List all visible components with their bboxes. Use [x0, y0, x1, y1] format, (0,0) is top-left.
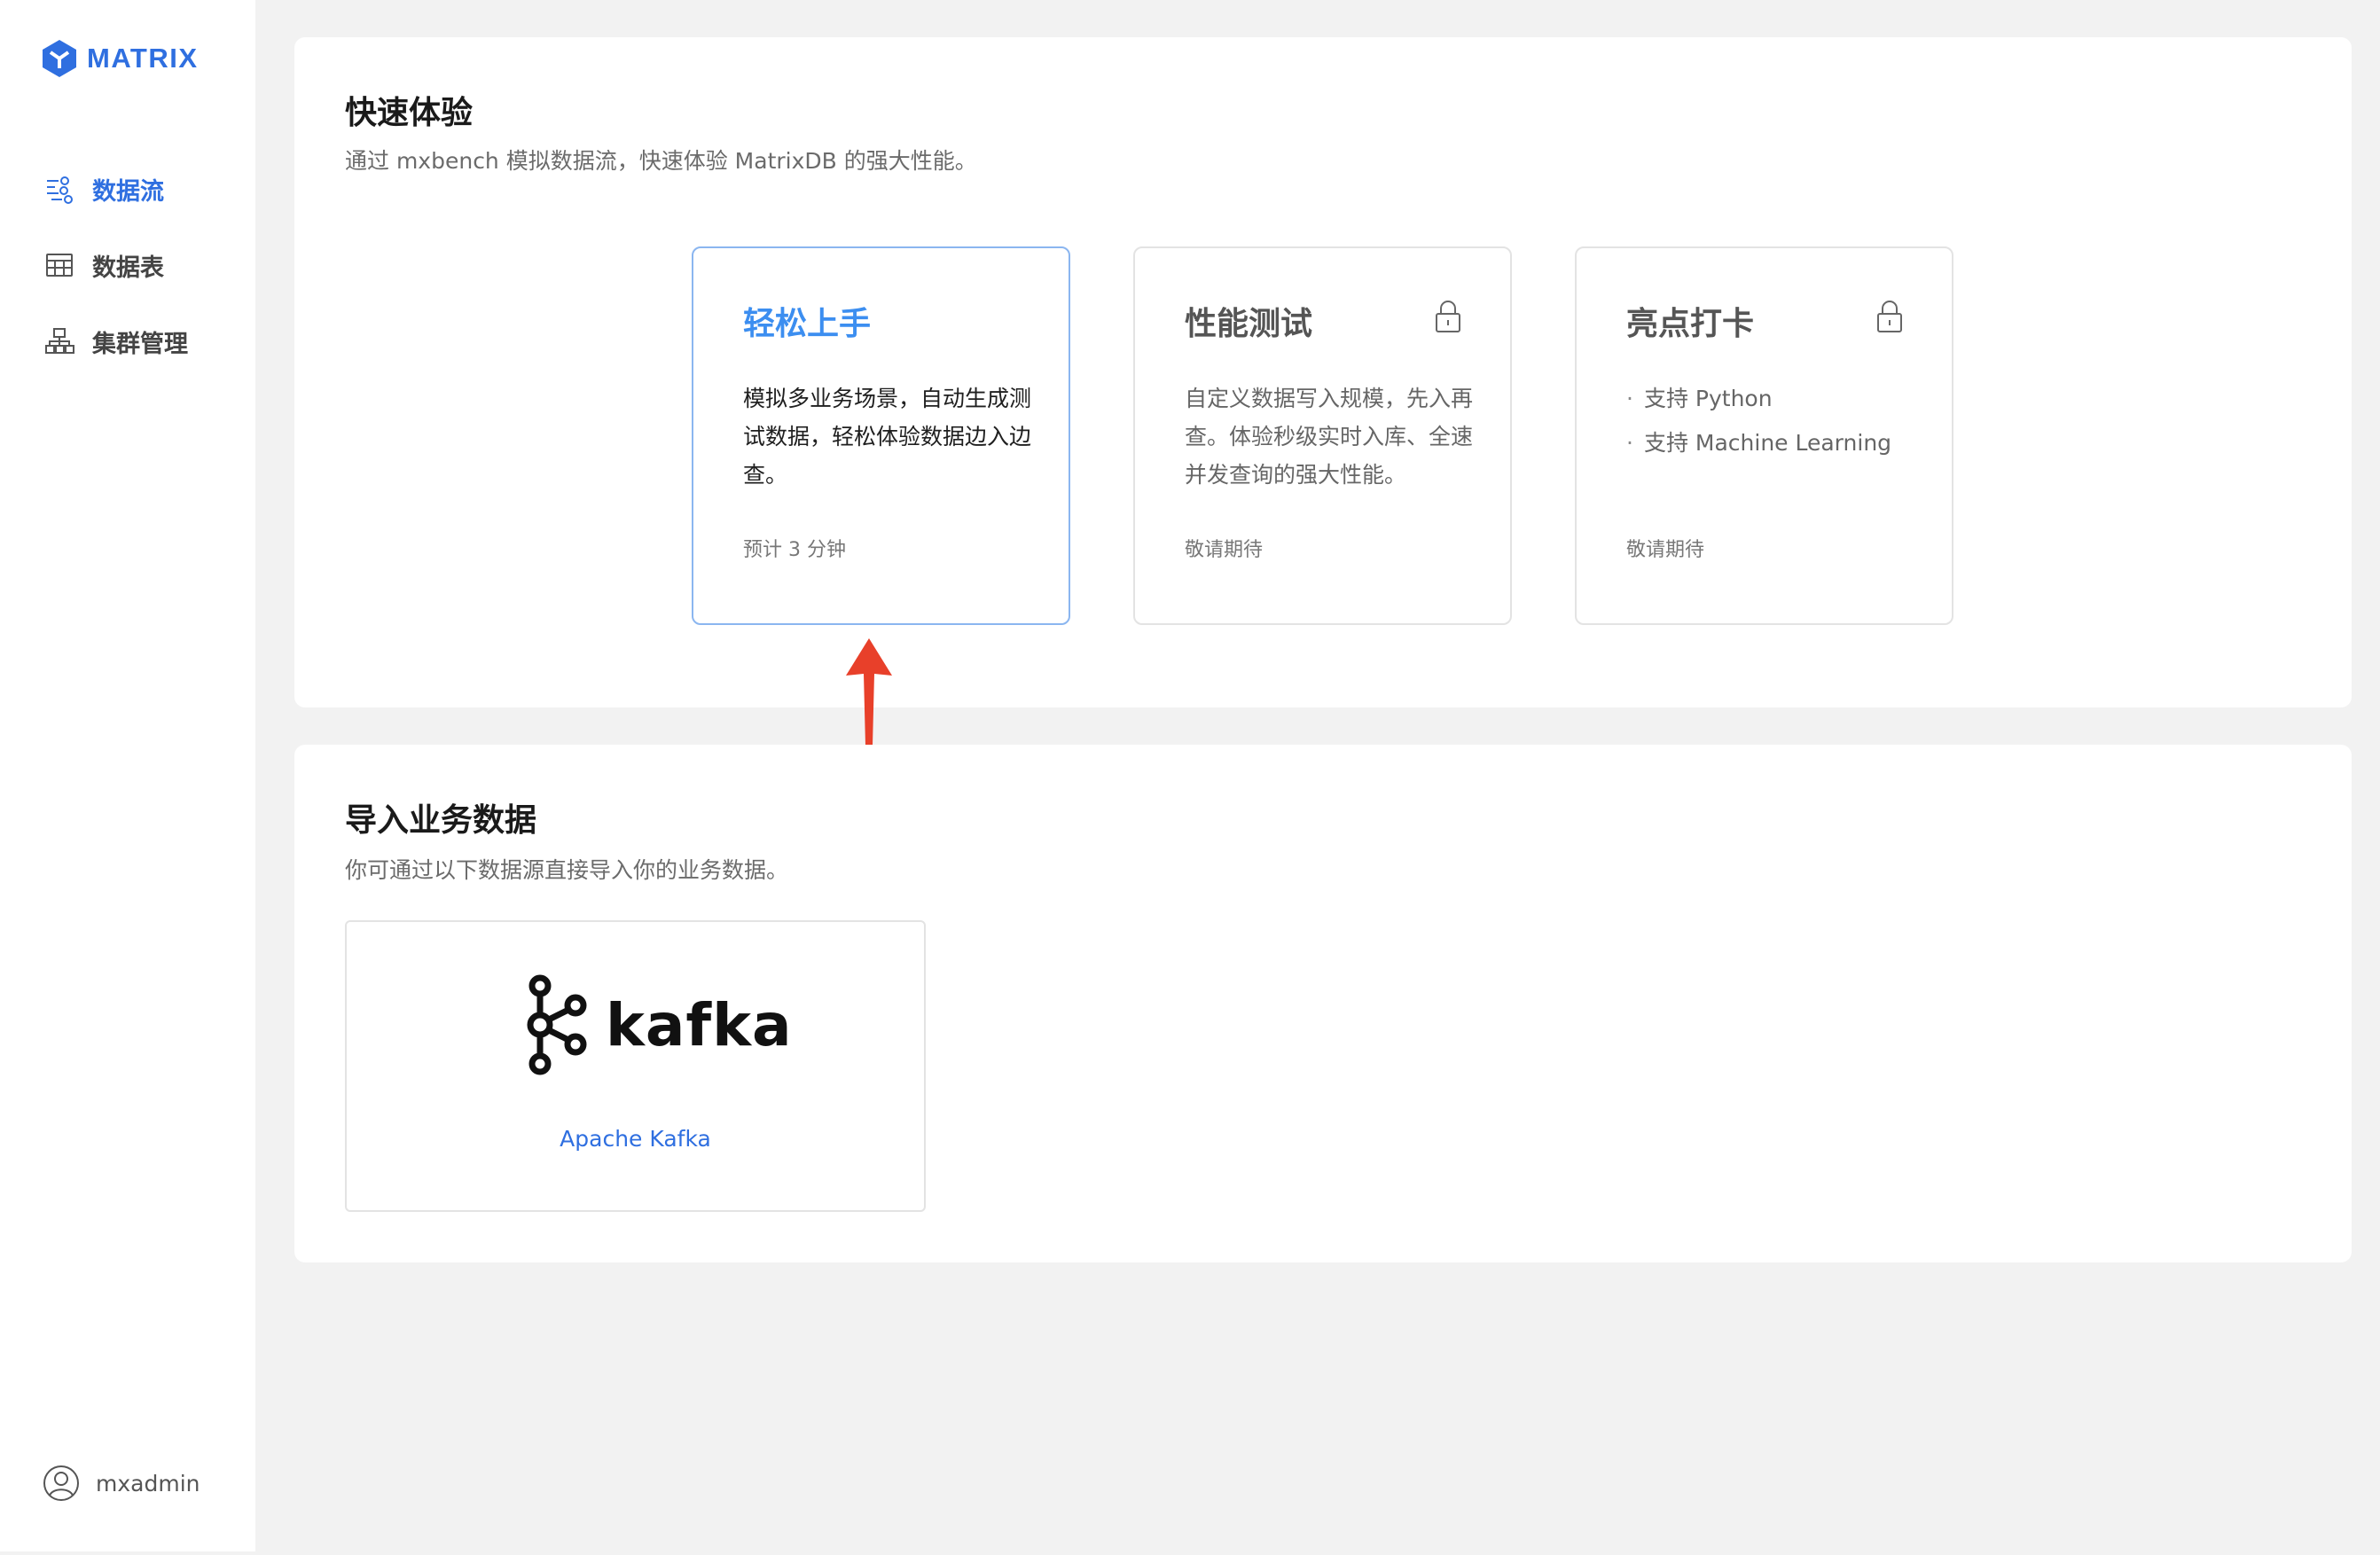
sidebar-nav: 数据流 数据表 集群管理 [0, 151, 255, 379]
data-flow-icon [44, 174, 74, 204]
sidebar-item-cluster[interactable]: 集群管理 [0, 303, 255, 379]
card-title: 性能测试 [1185, 306, 1313, 342]
card-footnote: 敬请期待 [1185, 539, 1264, 561]
feature-list: · 支持 Python · 支持 Machine Learning [1626, 377, 1891, 465]
user-avatar-icon [43, 1465, 79, 1501]
quick-experience-desc: 通过 mxbench 模拟数据流，快速体验 MatrixDB 的强大性能。 [345, 148, 977, 174]
card-title: 亮点打卡 [1626, 306, 1755, 342]
card-body: 自定义数据写入规模，先入再查。体验秒级实时入库、全速并发查询的强大性能。 [1185, 386, 1474, 488]
username: mxadmin [96, 1470, 200, 1496]
card-footnote: 预计 3 分钟 [743, 539, 846, 561]
sidebar-item-label: 集群管理 [92, 330, 188, 358]
import-data-panel: 导入业务数据 你可通过以下数据源直接导入你的业务数据。 kafka Apache… [294, 745, 2352, 1262]
kafka-logo: kafka [522, 973, 793, 1076]
user-menu[interactable]: mxadmin [43, 1465, 200, 1502]
import-desc: 你可通过以下数据源直接导入你的业务数据。 [345, 857, 789, 883]
sidebar-item-label: 数据流 [92, 177, 164, 206]
kafka-logo-icon [527, 974, 587, 1075]
card-footnote: 敬请期待 [1626, 539, 1705, 561]
card-easy-start[interactable]: 轻松上手 模拟多业务场景，自动生成测试数据，轻松体验数据边入边查。 预计 3 分… [692, 246, 1070, 625]
sidebar-item-label: 数据表 [92, 254, 164, 282]
kafka-wordmark: kafka [606, 990, 793, 1059]
list-item: · 支持 Machine Learning [1626, 430, 1892, 456]
card-performance-test: 性能测试 自定义数据写入规模，先入再查。体验秒级实时入库、全速并发查询的强大性能… [1133, 246, 1512, 625]
apache-kafka-link[interactable]: Apache Kafka [347, 1126, 924, 1152]
card-title: 轻松上手 [743, 306, 872, 342]
card-body: 模拟多业务场景，自动生成测试数据，轻松体验数据边入边查。 [743, 386, 1032, 488]
table-icon [44, 250, 74, 280]
lock-icon [1877, 301, 1902, 332]
lock-icon [1436, 301, 1460, 332]
sidebar-item-data-flow[interactable]: 数据流 [0, 151, 255, 227]
brand-logo[interactable]: MATRIX [41, 39, 199, 78]
quick-experience-panel: 快速体验 通过 mxbench 模拟数据流，快速体验 MatrixDB 的强大性… [294, 37, 2352, 707]
brand-name: MATRIX [87, 43, 199, 74]
sidebar: MATRIX 数据流 数据表 集群管理 mxadmin [0, 0, 255, 1551]
sidebar-item-data-table[interactable]: 数据表 [0, 227, 255, 303]
list-item: · 支持 Python [1626, 386, 1773, 411]
import-title: 导入业务数据 [345, 802, 537, 839]
matrix-logo-icon [43, 40, 76, 77]
source-card-kafka[interactable]: kafka Apache Kafka [345, 920, 926, 1212]
card-highlights: 亮点打卡 · 支持 Python · 支持 Machine Learning 敬… [1575, 246, 1953, 625]
quick-experience-title: 快速体验 [345, 95, 474, 131]
cluster-icon [44, 326, 74, 356]
